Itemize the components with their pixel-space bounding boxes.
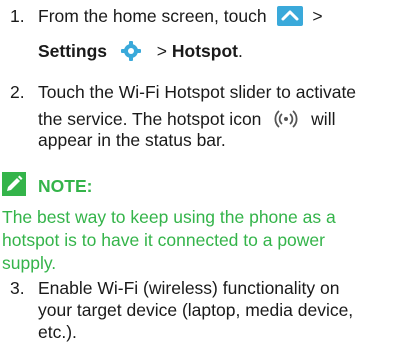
note-line-2: hotspot is to have it connected to a pow…: [2, 230, 325, 250]
hotspot-icon: [274, 107, 298, 131]
chevron-up-icon: [277, 6, 304, 26]
step-1-arrow-2: >: [156, 41, 172, 61]
step-2-text: the service. The hotspot icon: [38, 109, 262, 129]
step-2-line-2: the service. The hotspot icon will: [38, 107, 335, 131]
step-1-text: From the home screen, touch: [38, 6, 267, 26]
step-1-line-2: Settings > Hotspot.: [38, 40, 243, 62]
note-line-1: The best way to keep using the phone as …: [2, 207, 336, 227]
step-1-arrow: >: [312, 6, 323, 26]
step-3-line-1: Enable Wi-Fi (wireless) functionality on: [38, 278, 340, 298]
step-2-line-1: Touch the Wi-Fi Hotspot slider to activa…: [38, 82, 357, 102]
note-line-3: supply.: [2, 253, 57, 273]
step-3-number: 3.: [10, 278, 25, 298]
settings-label: Settings: [38, 41, 108, 61]
step-1-line-1: From the home screen, touch >: [38, 6, 323, 26]
note-pencil-icon: [2, 172, 26, 196]
step-3-line-3: etc.).: [38, 322, 77, 342]
note-heading: NOTE:: [38, 176, 93, 196]
step-2-after-icon: will: [311, 109, 336, 129]
step-1-period: .: [238, 41, 243, 61]
step-2-number: 2.: [10, 82, 25, 102]
hotspot-label: Hotspot: [171, 41, 238, 61]
step-2-line-3: appear in the status bar.: [38, 130, 226, 150]
step-3-line-2: your target device (laptop, media device…: [38, 300, 354, 320]
step-1-number: 1.: [10, 6, 25, 26]
settings-gear-icon: [120, 40, 142, 62]
